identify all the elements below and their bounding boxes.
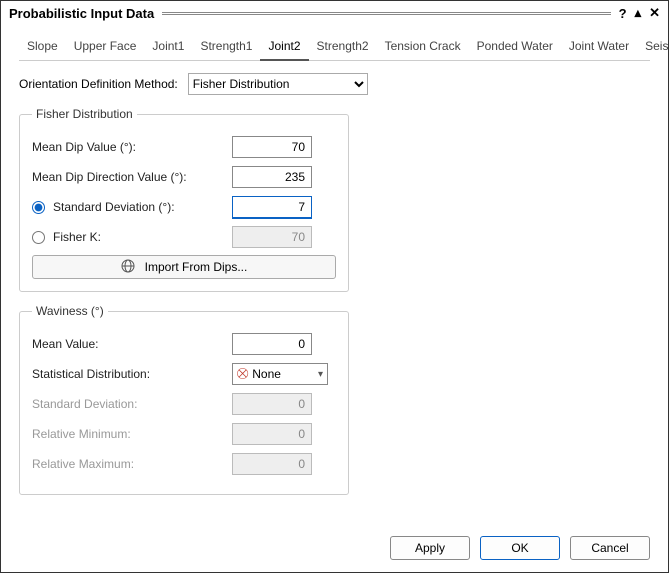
tab-upper-face[interactable]: Upper Face xyxy=(66,35,145,60)
tab-joint1[interactable]: Joint1 xyxy=(144,35,192,60)
footer-buttons: Apply OK Cancel xyxy=(390,536,650,560)
fisherk-row: Fisher K: xyxy=(32,225,336,249)
wav-dist-value: None xyxy=(252,367,281,381)
tab-slope[interactable]: Slope xyxy=(19,35,66,60)
orientation-label: Orientation Definition Method: xyxy=(19,77,178,91)
globe-icon xyxy=(121,259,137,276)
stddev-input[interactable] xyxy=(232,196,312,218)
fisherk-label-text: Fisher K: xyxy=(53,230,101,244)
wav-dist-label: Statistical Distribution: xyxy=(32,367,232,381)
tab-tension-crack[interactable]: Tension Crack xyxy=(377,35,469,60)
tab-strength1[interactable]: Strength1 xyxy=(192,35,260,60)
mean-dip-row: Mean Dip Value (°): xyxy=(32,135,336,159)
waviness-legend: Waviness (°) xyxy=(32,304,108,318)
cancel-button[interactable]: Cancel xyxy=(570,536,650,560)
mean-dipdir-input[interactable] xyxy=(232,166,312,188)
mean-dip-input[interactable] xyxy=(232,136,312,158)
wav-relmin-label: Relative Minimum: xyxy=(32,427,232,441)
fisherk-input xyxy=(232,226,312,248)
fisherk-radio-label: Fisher K: xyxy=(32,230,232,244)
stddev-row: Standard Deviation (°): xyxy=(32,195,336,219)
collapse-icon[interactable]: ▴ xyxy=(635,5,642,21)
dialog-window: Probabilistic Input Data ? ▴ ✕ Slope Upp… xyxy=(0,0,669,573)
import-label: Import From Dips... xyxy=(145,260,248,274)
title-controls: ? ▴ ✕ xyxy=(619,5,660,21)
tab-ponded-water[interactable]: Ponded Water xyxy=(469,35,561,60)
wav-stddev-row: Standard Deviation: xyxy=(32,392,336,416)
tab-strength2[interactable]: Strength2 xyxy=(309,35,377,60)
titlebar: Probabilistic Input Data ? ▴ ✕ xyxy=(1,1,668,23)
wav-relmax-input xyxy=(232,453,312,475)
wav-mean-label: Mean Value: xyxy=(32,337,232,351)
wav-relmin-row: Relative Minimum: xyxy=(32,422,336,446)
fisher-group: Fisher Distribution Mean Dip Value (°): … xyxy=(19,107,349,292)
wav-dist-row: Statistical Distribution: ⛒ None ▾ xyxy=(32,362,336,386)
stddev-radio[interactable] xyxy=(32,201,45,214)
tab-joint2[interactable]: Joint2 xyxy=(260,35,308,61)
content-area: Slope Upper Face Joint1 Strength1 Joint2… xyxy=(1,23,668,495)
tab-joint-water[interactable]: Joint Water xyxy=(561,35,637,60)
wav-relmax-row: Relative Maximum: xyxy=(32,452,336,476)
mean-dipdir-row: Mean Dip Direction Value (°): xyxy=(32,165,336,189)
wav-mean-input[interactable] xyxy=(232,333,312,355)
wav-relmax-label: Relative Maximum: xyxy=(32,457,232,471)
mean-dipdir-label: Mean Dip Direction Value (°): xyxy=(32,170,232,184)
wav-stddev-label: Standard Deviation: xyxy=(32,397,232,411)
help-icon[interactable]: ? xyxy=(619,6,627,21)
orientation-row: Orientation Definition Method: Fisher Di… xyxy=(19,73,650,95)
fisher-legend: Fisher Distribution xyxy=(32,107,137,121)
tab-seismic[interactable]: Seismic xyxy=(637,35,669,60)
import-from-dips-button[interactable]: Import From Dips... xyxy=(32,255,336,279)
fisherk-radio[interactable] xyxy=(32,231,45,244)
wav-dist-select[interactable]: ⛒ None ▾ xyxy=(232,363,328,385)
ok-button[interactable]: OK xyxy=(480,536,560,560)
tab-strip: Slope Upper Face Joint1 Strength1 Joint2… xyxy=(19,35,650,61)
orientation-select[interactable]: Fisher Distribution xyxy=(188,73,368,95)
waviness-group: Waviness (°) Mean Value: Statistical Dis… xyxy=(19,304,349,495)
none-icon: ⛒ xyxy=(237,368,248,381)
stddev-label-text: Standard Deviation (°): xyxy=(53,200,175,214)
stddev-radio-label: Standard Deviation (°): xyxy=(32,200,232,214)
chevron-down-icon: ▾ xyxy=(318,369,323,380)
wav-stddev-input xyxy=(232,393,312,415)
wav-mean-row: Mean Value: xyxy=(32,332,336,356)
apply-button[interactable]: Apply xyxy=(390,536,470,560)
wav-relmin-input xyxy=(232,423,312,445)
mean-dip-label: Mean Dip Value (°): xyxy=(32,140,232,154)
title-divider xyxy=(162,12,610,15)
window-title: Probabilistic Input Data xyxy=(9,6,154,21)
close-icon[interactable]: ✕ xyxy=(649,5,660,21)
